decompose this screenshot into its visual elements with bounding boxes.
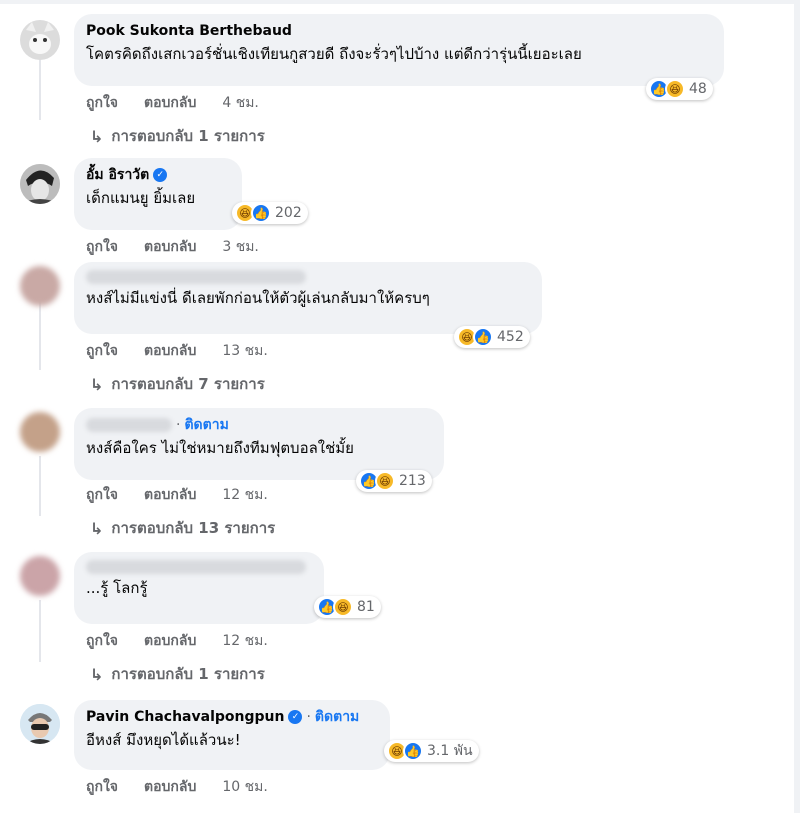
reply-link[interactable]: ตอบกลับ: [144, 630, 196, 652]
reply-link[interactable]: ตอบกลับ: [144, 236, 196, 258]
thread-line: [39, 300, 41, 370]
thread-line: [39, 58, 41, 120]
like-link[interactable]: ถูกใจ: [86, 92, 118, 114]
view-replies-link[interactable]: ↳ การตอบกลับ 13 รายการ: [90, 516, 275, 540]
like-link[interactable]: ถูกใจ: [86, 484, 118, 506]
comment-author-redacted: [86, 418, 172, 432]
verified-badge-icon: ✓: [153, 168, 168, 182]
comment-bubble: ...รู้ โลกรู้: [74, 552, 324, 624]
reply-link[interactable]: ตอบกลับ: [144, 92, 196, 114]
view-replies-link[interactable]: ↳ การตอบกลับ 1 รายการ: [90, 662, 265, 686]
reply-link[interactable]: ตอบกลับ: [144, 340, 196, 362]
reply-arrow-icon: ↳: [90, 664, 104, 684]
avatar[interactable]: [20, 266, 60, 306]
reply-link[interactable]: ตอบกลับ: [144, 484, 196, 506]
comment-author-redacted: [86, 270, 306, 284]
reply-arrow-icon: ↳: [90, 374, 104, 394]
replies-label: การตอบกลับ 7 รายการ: [111, 375, 265, 393]
comment-author[interactable]: Pook Sukonta Berthebaud: [86, 22, 292, 40]
comment-author[interactable]: Pavin Chachavalpongpun: [86, 708, 284, 726]
thumbs-up-icon: 👍: [403, 741, 423, 761]
comment-bubble: Pook Sukonta Berthebaud โคตรคิดถึงเสกเวอ…: [74, 14, 724, 86]
reaction-count: 452: [497, 329, 524, 345]
reaction-count: 202: [275, 205, 302, 221]
replies-label: การตอบกลับ 13 รายการ: [111, 519, 276, 537]
comment-text: โคตรคิดถึงเสกเวอร์ชั่นเชิงเทียนกูสวยดี ถ…: [86, 45, 582, 63]
avatar[interactable]: [20, 412, 60, 452]
comment-text: เด็กแมนยู ยิ้มเลย: [86, 189, 196, 207]
avatar[interactable]: [20, 20, 60, 60]
verified-badge-icon: ✓: [288, 710, 303, 724]
reaction-count: 213: [399, 473, 426, 489]
like-link[interactable]: ถูกใจ: [86, 236, 118, 258]
follow-button[interactable]: ติดตาม: [184, 416, 228, 434]
avatar[interactable]: [20, 704, 60, 744]
thumbs-up-icon: 👍: [251, 203, 271, 223]
reaction-count: 81: [357, 599, 375, 615]
timestamp[interactable]: 13 ชม.: [222, 340, 267, 362]
view-replies-link[interactable]: ↳ การตอบกลับ 1 รายการ: [90, 124, 265, 148]
timestamp[interactable]: 3 ชม.: [222, 236, 259, 258]
scrollbar[interactable]: [794, 0, 800, 813]
comment-text: หงส์คือใคร ไม่ใช่หมายถึงทีมฟุตบอลใช่มั้ย: [86, 439, 354, 457]
thread-line: [39, 600, 41, 662]
comment-bubble: หงส์ไม่มีแข่งนี่ ดีเลยพักก่อนให้ตัวผู้เล…: [74, 262, 542, 334]
comment-author[interactable]: อั้ม อิราวัต: [86, 166, 149, 184]
thread-line: [39, 456, 41, 516]
top-divider: [0, 0, 800, 4]
replies-label: การตอบกลับ 1 รายการ: [111, 127, 265, 145]
reply-arrow-icon: ↳: [90, 126, 104, 146]
avatar[interactable]: [20, 556, 60, 596]
comment-bubble: Pavin Chachavalpongpun ✓ · ติดตาม อีหงส์…: [74, 700, 390, 770]
view-replies-link[interactable]: ↳ การตอบกลับ 7 รายการ: [90, 372, 265, 396]
reaction-summary[interactable]: 😆 👍 452: [454, 326, 530, 348]
like-link[interactable]: ถูกใจ: [86, 340, 118, 362]
timestamp[interactable]: 10 ชม.: [222, 776, 267, 798]
reaction-summary[interactable]: 😆 👍 202: [232, 202, 308, 224]
comment-text: ...รู้ โลกรู้: [86, 579, 148, 597]
thumbs-up-icon: 👍: [473, 327, 493, 347]
reply-link[interactable]: ตอบกลับ: [144, 776, 196, 798]
timestamp[interactable]: 4 ชม.: [222, 92, 259, 114]
comment-text: หงส์ไม่มีแข่งนี่ ดีเลยพักก่อนให้ตัวผู้เล…: [86, 289, 430, 307]
like-link[interactable]: ถูกใจ: [86, 630, 118, 652]
laughing-face-icon: 😆: [665, 79, 685, 99]
reaction-count: 48: [689, 81, 707, 97]
reply-arrow-icon: ↳: [90, 518, 104, 538]
comment-text: อีหงส์ มึงหยุดได้แล้วนะ!: [86, 731, 241, 749]
avatar[interactable]: [20, 164, 60, 204]
reaction-summary[interactable]: 👍 😆 48: [646, 78, 713, 100]
comment-bubble: อั้ม อิราวัต ✓ เด็กแมนยู ยิ้มเลย: [74, 158, 242, 230]
reaction-summary[interactable]: 👍 😆 213: [356, 470, 432, 492]
timestamp[interactable]: 12 ชม.: [222, 484, 267, 506]
reaction-count: 3.1 พัน: [427, 743, 473, 759]
laughing-face-icon: 😆: [375, 471, 395, 491]
timestamp[interactable]: 12 ชม.: [222, 630, 267, 652]
like-link[interactable]: ถูกใจ: [86, 776, 118, 798]
laughing-face-icon: 😆: [333, 597, 353, 617]
replies-label: การตอบกลับ 1 รายการ: [111, 665, 265, 683]
comment-author-redacted: [86, 560, 306, 574]
reaction-summary[interactable]: 👍 😆 81: [314, 596, 381, 618]
reaction-summary[interactable]: 😆 👍 3.1 พัน: [384, 740, 479, 762]
follow-button[interactable]: ติดตาม: [315, 708, 359, 726]
